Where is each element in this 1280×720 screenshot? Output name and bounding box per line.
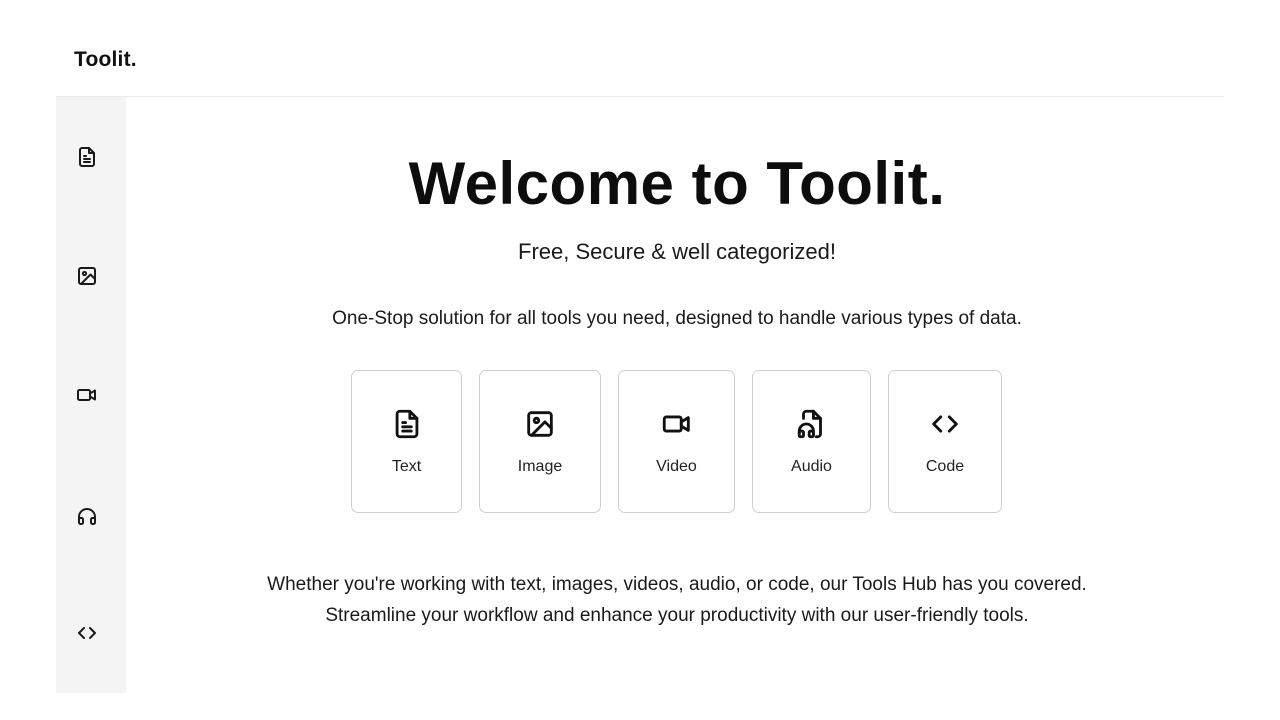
main-content: Welcome to Toolit. Free, Secure & well c… (126, 97, 1228, 693)
category-card-label: Audio (791, 458, 832, 475)
video-camera-icon (77, 389, 96, 401)
category-card-code[interactable]: Code (888, 370, 1002, 513)
category-card-label: Image (517, 458, 563, 475)
sidebar-item-image[interactable] (75, 264, 99, 288)
category-card-label: Video (656, 458, 697, 475)
category-card-video[interactable]: Video (618, 370, 735, 513)
video-camera-icon (660, 407, 694, 441)
sidebar (56, 97, 126, 693)
category-card-image[interactable]: Image (479, 370, 601, 513)
sidebar-item-video[interactable] (75, 383, 99, 407)
text-file-icon (390, 407, 424, 441)
image-icon (523, 407, 557, 441)
brand-logo[interactable]: Toolit. (74, 48, 137, 72)
page-description: One-Stop solution for all tools you need… (332, 308, 1022, 329)
text-file-icon (79, 147, 95, 167)
sidebar-item-audio[interactable] (75, 504, 99, 528)
footer-text: Whether you're working with text, images… (126, 569, 1228, 631)
sidebar-item-text[interactable] (75, 145, 99, 169)
page-subtitle: Free, Secure & well categorized! (518, 239, 836, 264)
category-card-audio[interactable]: Audio (752, 370, 871, 513)
category-card-label: Text (391, 458, 422, 475)
code-icon (928, 407, 962, 441)
category-card-text[interactable]: Text (351, 370, 462, 513)
image-icon (78, 267, 96, 285)
category-card-label: Code (925, 458, 965, 475)
audio-file-icon (795, 407, 829, 441)
code-icon (78, 627, 96, 639)
footer-line-2: Streamline your workflow and enhance you… (325, 605, 1029, 626)
sidebar-item-code[interactable] (75, 621, 99, 645)
headphones-icon (78, 508, 96, 525)
page-title: Welcome to Toolit. (408, 150, 946, 217)
footer-line-1: Whether you're working with text, images… (267, 574, 1087, 595)
